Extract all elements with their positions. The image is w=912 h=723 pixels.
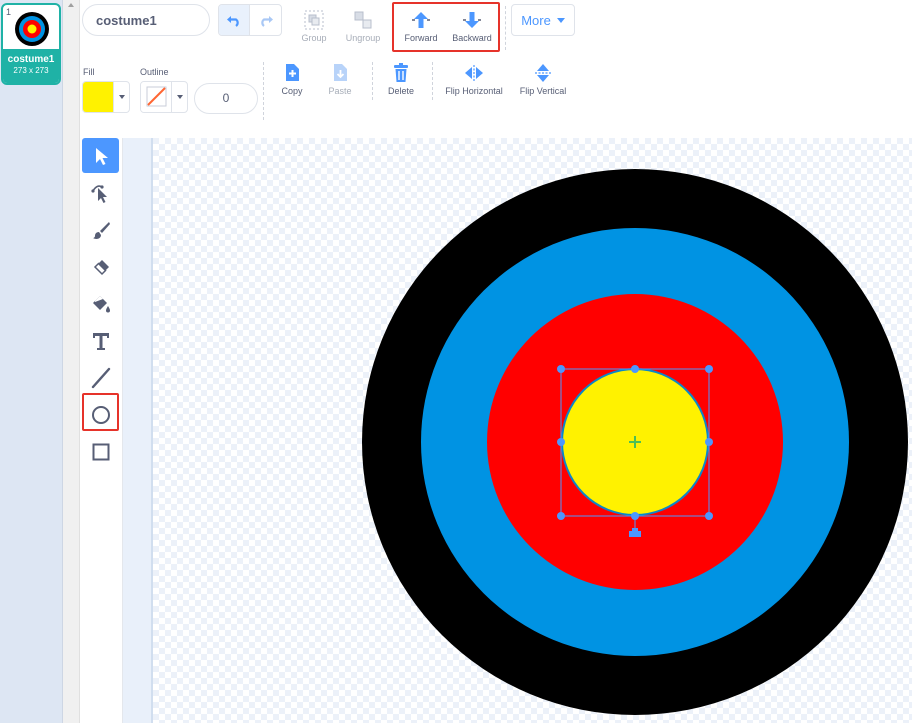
group-button[interactable]: Group	[296, 9, 332, 43]
rectangle-tool[interactable]	[82, 434, 119, 469]
copy-button[interactable]: Copy	[276, 62, 308, 96]
delete-label: Delete	[387, 86, 414, 96]
eraser-tool[interactable]	[82, 249, 119, 284]
text-icon	[92, 332, 109, 350]
line-tool[interactable]	[82, 360, 119, 395]
fill-color-picker[interactable]	[82, 81, 130, 113]
outline-dropdown[interactable]	[172, 82, 187, 112]
bucket-icon	[92, 295, 110, 312]
chevron-down-icon	[556, 17, 565, 23]
undo-redo-group	[218, 4, 282, 36]
circle-tool-highlight	[82, 393, 119, 431]
resize-handle[interactable]	[631, 512, 639, 520]
select-tool[interactable]	[82, 138, 119, 173]
resize-handle[interactable]	[705, 512, 713, 520]
fill-dropdown[interactable]	[114, 82, 129, 112]
line-icon	[91, 367, 110, 388]
redo-icon	[260, 16, 273, 27]
target-thumbnail-icon	[15, 12, 49, 46]
ungroup-icon	[354, 11, 372, 29]
scroll-up-icon[interactable]	[68, 3, 74, 7]
costume-thumb-name: costume1	[7, 54, 55, 65]
paste-button[interactable]: Paste	[324, 62, 356, 96]
fill-color-swatch[interactable]	[83, 82, 114, 112]
flip-vertical-label: Flip Vertical	[519, 86, 567, 96]
ungroup-label: Ungroup	[345, 33, 381, 43]
drawing-canvas[interactable]	[123, 138, 912, 723]
ungroup-button[interactable]: Ungroup	[341, 9, 385, 43]
paste-icon	[334, 64, 347, 81]
outline-color-swatch[interactable]	[141, 82, 172, 112]
flip-horizontal-button[interactable]: Flip Horizontal	[441, 62, 507, 96]
chevron-down-icon	[118, 95, 125, 99]
undo-button[interactable]	[219, 5, 251, 35]
resize-handle[interactable]	[557, 438, 565, 446]
undo-icon	[227, 16, 239, 27]
fill-tool[interactable]	[82, 286, 119, 321]
toolbar-separator	[372, 62, 373, 100]
forward-backward-highlight	[392, 2, 500, 52]
group-icon	[304, 10, 324, 30]
arrow-icon	[95, 147, 108, 165]
more-label: More	[521, 12, 551, 28]
costume-thumb-size: 273 x 273	[13, 66, 49, 75]
more-button[interactable]: More	[511, 4, 575, 36]
outline-color-picker[interactable]	[140, 81, 188, 113]
reshape-icon	[90, 184, 107, 203]
resize-handle[interactable]	[557, 365, 565, 373]
copy-icon	[286, 64, 299, 81]
chevron-down-icon	[176, 95, 183, 99]
outline-width-input[interactable]: 0	[194, 83, 258, 114]
costume-info: costume1 273 x 273	[3, 49, 59, 83]
group-label: Group	[301, 33, 327, 43]
costume-name-input[interactable]	[82, 4, 210, 36]
flip-vertical-button[interactable]: Flip Vertical	[515, 62, 571, 96]
brush-icon	[92, 221, 110, 239]
flip-horizontal-icon	[465, 65, 483, 81]
resize-handle[interactable]	[631, 365, 639, 373]
costume-list-scrollbar[interactable]	[63, 0, 80, 723]
target-drawing	[362, 169, 908, 715]
paste-label: Paste	[328, 86, 352, 96]
resize-handle[interactable]	[705, 365, 713, 373]
flip-horizontal-label: Flip Horizontal	[445, 86, 503, 96]
trash-icon	[394, 63, 408, 82]
paint-editor: 1 costume1 273 x 273 costume1 Group Ungr…	[0, 0, 912, 723]
copy-label: Copy	[281, 86, 303, 96]
eraser-icon	[93, 259, 109, 275]
resize-handle[interactable]	[705, 438, 713, 446]
brush-tool[interactable]	[82, 212, 119, 247]
toolbar-separator	[263, 62, 264, 120]
delete-button[interactable]: Delete	[384, 62, 418, 96]
flip-vertical-icon	[535, 64, 551, 82]
fill-label: Fill	[83, 67, 95, 77]
costume-list: 1 costume1 273 x 273	[0, 0, 63, 723]
outline-label: Outline	[140, 67, 169, 77]
no-color-icon	[146, 86, 167, 107]
text-tool[interactable]	[82, 323, 119, 358]
resize-handle[interactable]	[557, 512, 565, 520]
rectangle-icon	[92, 443, 109, 460]
redo-button[interactable]	[250, 5, 281, 35]
toolbar-separator	[432, 62, 433, 100]
reshape-tool[interactable]	[82, 175, 119, 210]
toolbar-separator	[505, 6, 506, 50]
costume-index: 1	[6, 7, 12, 17]
costume-thumbnail[interactable]: 1 costume1 273 x 273	[1, 3, 61, 85]
